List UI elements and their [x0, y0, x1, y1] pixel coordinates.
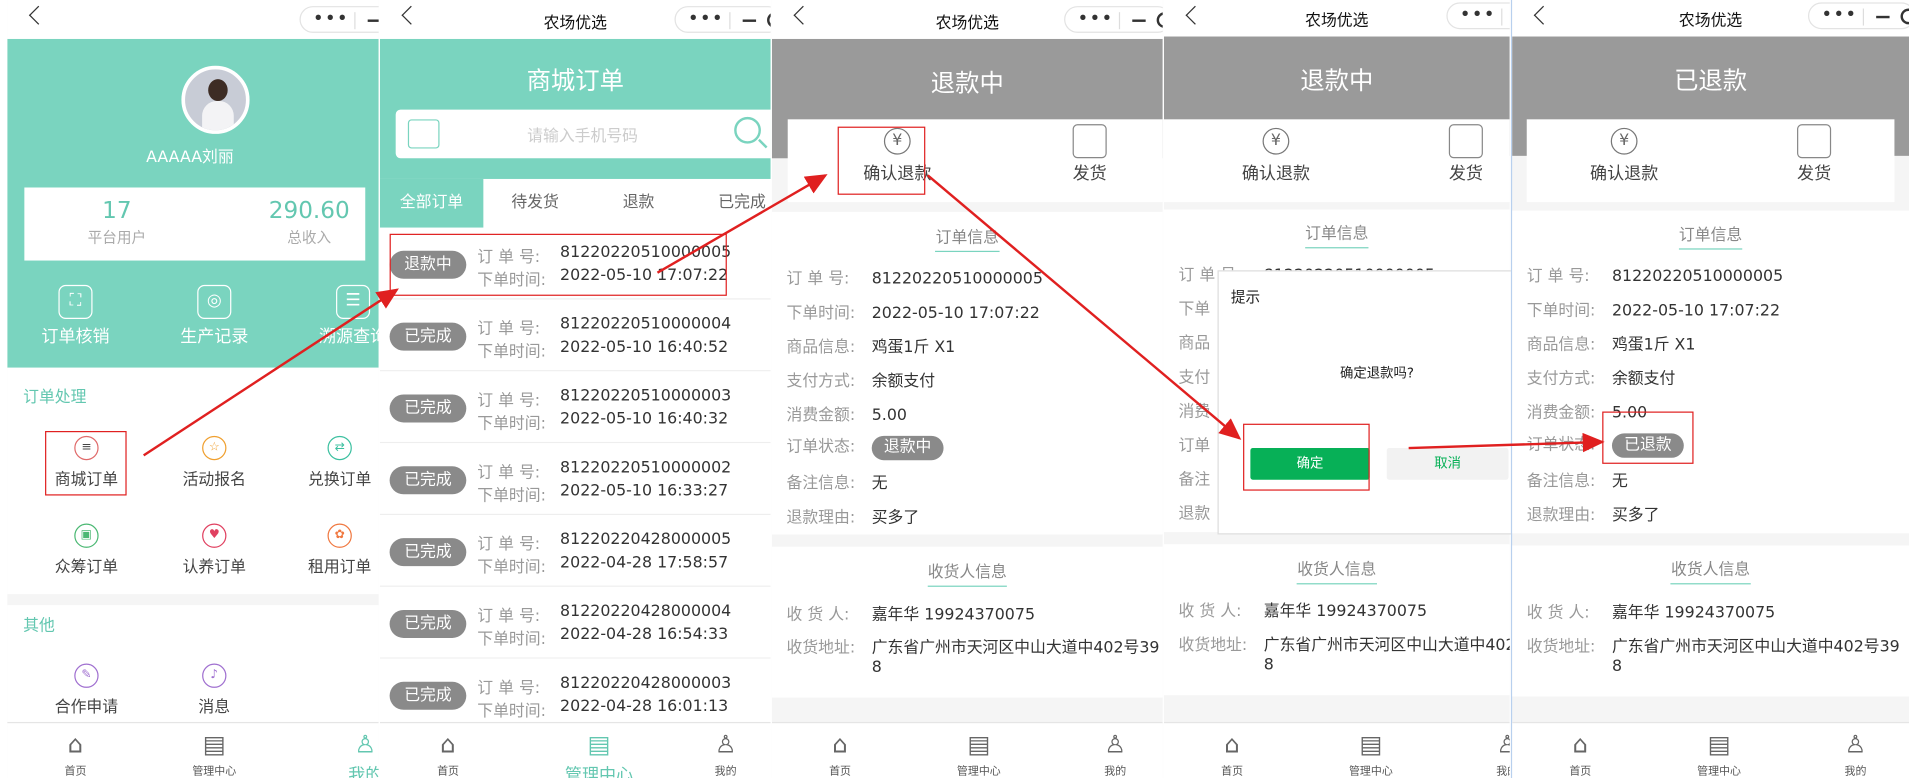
flow-arrows: [142, 174, 1605, 457]
